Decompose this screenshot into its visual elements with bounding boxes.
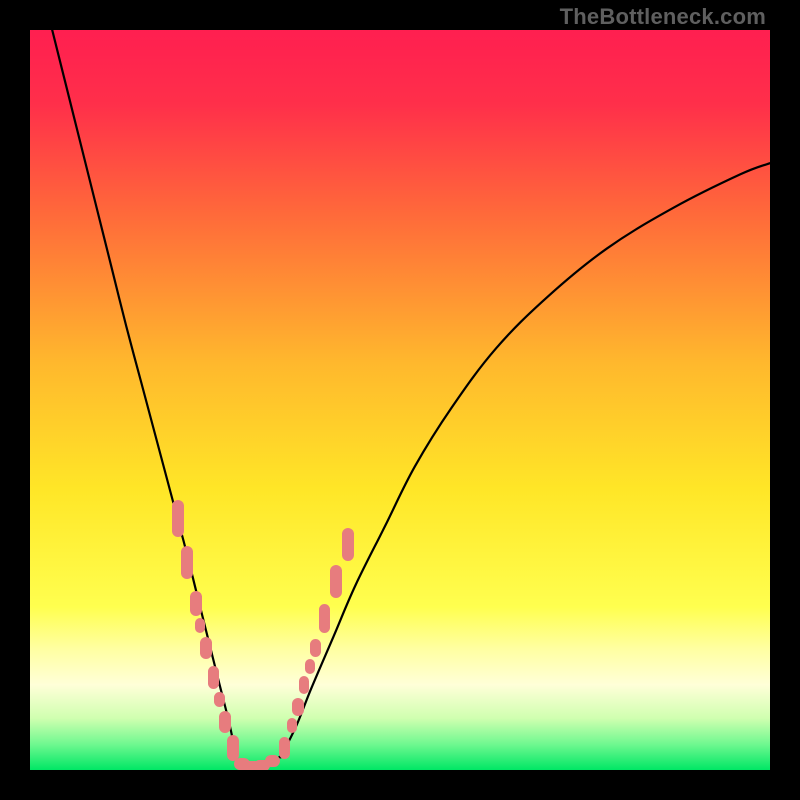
highlight-dot xyxy=(292,698,304,717)
highlight-dot xyxy=(287,718,297,733)
v-curve xyxy=(30,30,770,770)
highlight-dot xyxy=(265,755,280,767)
highlight-dot xyxy=(299,676,309,695)
watermark-text: TheBottleneck.com xyxy=(560,4,766,30)
highlight-dot xyxy=(214,692,224,707)
highlight-dot xyxy=(330,565,342,598)
highlight-dot xyxy=(200,637,212,659)
highlight-dot xyxy=(190,591,202,616)
highlight-dot xyxy=(342,528,354,561)
chart-frame: TheBottleneck.com xyxy=(0,0,800,800)
highlight-dot xyxy=(208,666,220,688)
highlight-dot xyxy=(279,737,291,759)
plot-area xyxy=(30,30,770,770)
highlight-dot xyxy=(227,735,239,761)
highlight-dot xyxy=(219,711,231,733)
highlight-dot xyxy=(195,618,205,633)
highlight-dot xyxy=(310,639,320,658)
highlight-dot xyxy=(172,500,184,537)
highlight-dot xyxy=(305,659,315,674)
highlight-dot xyxy=(181,546,193,579)
highlight-dot xyxy=(319,604,331,634)
